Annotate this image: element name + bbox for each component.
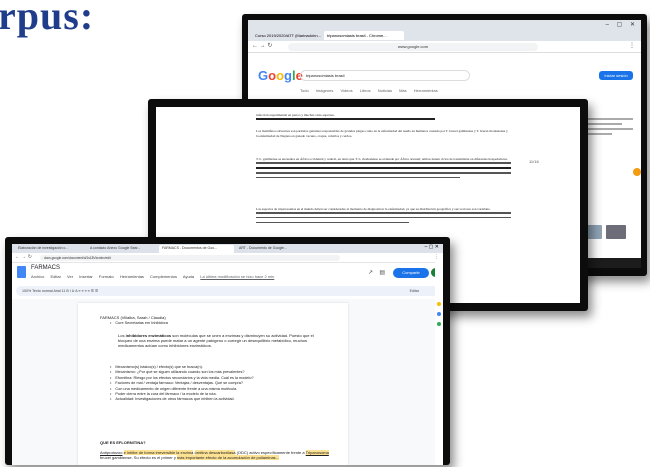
doc-paragraph: T. b. gambiense se encuentra en África o… <box>256 157 511 182</box>
doc-authors: FARMACS (Villalba, Sarah / Claudia) <box>100 315 166 320</box>
list-item: Actualidad: Investigaciones de otros fár… <box>110 397 325 402</box>
browser-tab[interactable]: A contacto Anexo Google Sear... <box>87 245 157 253</box>
assistant-bubble-icon[interactable] <box>633 168 641 176</box>
intro-paragraph: Los inhibidores enzimáticos son molécula… <box>118 333 318 349</box>
menu-tools[interactable]: Herramientas <box>120 274 144 279</box>
section-heading: QUE ES EFLORNITINA? <box>100 440 146 445</box>
menu-insert[interactable]: Insertar <box>79 274 93 279</box>
doc-paragraph: infección experimental en perros y mucha… <box>256 113 511 123</box>
formatting-toolbar[interactable]: 100% Texto normal Arial 11 B I U A ≡ ≡ ≡… <box>16 286 439 296</box>
doc-paragraph: Los mamíferos silvestres son parásitos g… <box>256 129 511 139</box>
last-edit-link[interactable]: La última modificación se hizo hace 2 mi… <box>200 274 274 279</box>
edit-mode-toggle[interactable]: Editar <box>410 286 419 296</box>
browser-tab-strip: Curso 2019/2020/ATT (Marinadohn... tripa… <box>248 30 641 41</box>
address-bar-row: ← → ↻ docs.google.com/document/d/1s18Vkc… <box>12 253 443 263</box>
docs-screen: Elaboración de investigación c... A cont… <box>12 244 443 465</box>
document-canvas: FARMACS (Villalba, Sarah / Claudia) Cure… <box>12 299 443 465</box>
browser-menu-icon[interactable]: ⋮ <box>434 254 439 260</box>
page-indicator: 11/16 <box>529 159 539 164</box>
window-titlebar: – ▢ ✕ <box>248 20 641 30</box>
keep-icon[interactable] <box>437 302 441 306</box>
definition-paragraph: Antiprotozoo e inhibe de forma irreversi… <box>100 450 335 461</box>
search-nav-tabs[interactable]: Todo Imágenes Videos Libros Noticias Más… <box>300 88 438 93</box>
comments-icon[interactable]: ▤ <box>379 269 385 276</box>
menu-addons[interactable]: Complementos <box>150 274 177 279</box>
google-docs-icon[interactable] <box>17 266 26 278</box>
browser-tab-active[interactable]: FARMACS - Documentos de Goo... <box>159 245 234 253</box>
slide-title: rpus: <box>0 0 95 38</box>
side-panel-rail <box>435 262 443 465</box>
browser-tab-strip: Elaboración de investigación c... A cont… <box>12 244 443 253</box>
menu-format[interactable]: Formato <box>99 274 114 279</box>
share-button[interactable]: Compartir <box>393 268 429 278</box>
docs-menu-bar: Archivo Editar Ver Insertar Formato Herr… <box>31 274 279 279</box>
activity-icon[interactable]: ↗ <box>368 269 373 276</box>
browser-tab[interactable]: ART - Documento de Google... <box>236 245 306 253</box>
menu-help[interactable]: Ayuda <box>183 274 194 279</box>
browser-menu-icon[interactable]: ⋮ <box>629 42 635 49</box>
window-controls[interactable]: – ▢ ✕ <box>425 244 439 250</box>
topic-list: Cure Secretarias em Inhibidora <box>110 321 168 326</box>
calendar-icon[interactable] <box>437 322 441 326</box>
monitor-google-docs: Elaboración de investigación c... A cont… <box>5 237 450 465</box>
back-icon[interactable]: ← → ↻ <box>15 254 32 260</box>
document-page[interactable]: FARMACS (Villalba, Sarah / Claudia) Cure… <box>78 303 348 465</box>
def-species: Tripanosoma <box>305 450 329 455</box>
doc-paragraph-text: Los mamíferos silvestres son parásitos g… <box>256 129 508 138</box>
toolbar-controls[interactable]: 100% Texto normal Arial 11 B I U A ≡ ≡ ≡… <box>22 289 98 293</box>
tasks-icon[interactable] <box>437 312 441 316</box>
browser-tab[interactable]: Elaboración de investigación c... <box>15 245 85 253</box>
google-search-input[interactable]: tripanosomiasis brasil <box>300 70 470 81</box>
address-bar[interactable]: docs.google.com/document/d/1s18Vkcmbx/ed… <box>40 255 340 261</box>
document-title[interactable]: FARMACS <box>31 265 60 271</box>
def-end: brucei gambiense. Su efecto es el primer… <box>100 455 176 461</box>
docs-header: FARMACS Archivo Editar Ver Insertar Form… <box>12 263 443 286</box>
menu-file[interactable]: Archivo <box>31 274 44 279</box>
window-controls[interactable]: – ▢ ✕ <box>606 21 638 28</box>
list-item: Cure Secretarias em Inhibidora <box>110 321 168 326</box>
doc-paragraph-text: T. b. gambiense se encuentra en África o… <box>256 157 508 161</box>
def-line2: más importante efecto de la acumulación … <box>176 455 280 461</box>
browser-tab-active[interactable]: tripanosomiasis brasil - Chrome... <box>324 31 404 40</box>
doc-paragraph: Las especies de tripanosomas en el mundo… <box>256 207 511 226</box>
address-bar[interactable]: www.google.com <box>288 43 538 51</box>
question-list: Mecanismo(s) básico(s) / efecto(s) que s… <box>110 365 325 403</box>
image-thumbnail[interactable] <box>606 225 626 239</box>
menu-view[interactable]: Ver <box>67 274 73 279</box>
doc-paragraph-text: Las especies de tripanosomas en el mundo… <box>256 207 491 211</box>
browser-tab[interactable]: Curso 2019/2020/ATT (Marinadohn... <box>252 31 322 40</box>
google-logo[interactable]: Google <box>258 68 303 83</box>
address-bar-row: ← → ↻ www.google.com ⋮ <box>248 41 641 53</box>
sign-in-button[interactable]: Iniciar sesión <box>599 71 633 80</box>
back-icon[interactable]: ← → ↻ <box>252 42 272 49</box>
menu-edit[interactable]: Editar <box>50 274 60 279</box>
